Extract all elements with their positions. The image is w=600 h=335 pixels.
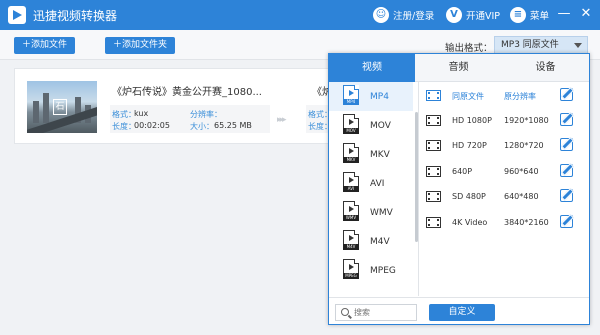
- menu-button[interactable]: ≡ 菜单: [510, 6, 549, 24]
- format-popup: 视频 音频 设备 MP4 MP4 MOV MOV MKV MKV AVI AVI…: [328, 53, 590, 325]
- title-bar: 迅捷视频转换器 ☺ 注册/登录 V 开通VIP ≡ 菜单 — ✕: [0, 0, 600, 30]
- tab-video[interactable]: 视频: [329, 54, 415, 82]
- preset-row[interactable]: HD 720P 1280*720: [426, 134, 586, 158]
- add-folder-label: 添加文件夹: [122, 40, 168, 50]
- video-file-icon: MKV: [343, 143, 359, 163]
- preset-resolution: 640*480: [504, 192, 539, 201]
- preset-row[interactable]: 同原文件 原分辨率: [426, 84, 586, 108]
- format-list: MP4 MP4 MOV MOV MKV MKV AVI AVI WMV WMV …: [329, 82, 419, 296]
- duration-key: 长度：: [112, 122, 136, 131]
- format-label: MPEG: [370, 266, 396, 276]
- film-icon: [426, 166, 441, 177]
- minimize-button[interactable]: —: [556, 7, 572, 23]
- search-icon: [341, 308, 349, 316]
- size-key: 大小：: [190, 122, 214, 131]
- film-icon: [426, 217, 441, 228]
- film-icon: [426, 191, 441, 202]
- preset-name: HD 1080P: [452, 116, 492, 125]
- preset-name: HD 720P: [452, 141, 487, 150]
- format-item-m4v[interactable]: M4V M4V: [329, 227, 413, 256]
- film-icon: [426, 115, 441, 126]
- video-file-icon: MPEG: [343, 259, 359, 279]
- convert-arrow-icon: ▸▸▸: [277, 115, 286, 125]
- format-label: MOV: [370, 121, 391, 131]
- resolution-key: 分辨率：: [190, 110, 222, 119]
- format-item-mpeg[interactable]: MPEG MPEG: [329, 256, 413, 285]
- edit-icon[interactable]: [560, 164, 573, 177]
- edit-icon[interactable]: [560, 215, 573, 228]
- menu-icon: ≡: [510, 7, 526, 23]
- chevron-down-icon: [574, 43, 582, 48]
- preset-resolution: 原分辨率: [504, 92, 536, 101]
- app-title: 迅捷视频转换器: [33, 9, 118, 23]
- add-file-button[interactable]: ＋添加文件: [14, 37, 76, 54]
- format-label: M4V: [370, 237, 390, 247]
- format-item-mp4[interactable]: MP4 MP4: [329, 82, 413, 111]
- app-logo-icon: [8, 6, 26, 24]
- format-label: WMV: [370, 208, 393, 218]
- preset-name: 640P: [452, 167, 473, 176]
- tab-audio[interactable]: 音频: [415, 54, 502, 82]
- video-thumbnail[interactable]: 石: [27, 81, 97, 133]
- preset-name: 同原文件: [452, 92, 484, 101]
- preset-resolution: 3840*2160: [504, 218, 549, 227]
- film-icon: [426, 140, 441, 151]
- preset-name: SD 480P: [452, 192, 486, 201]
- login-button[interactable]: ☺ 注册/登录: [373, 6, 434, 24]
- format-item-mkv[interactable]: MKV MKV: [329, 140, 413, 169]
- file-name: 《炉石传说》黄金公开赛_1080...: [112, 87, 262, 98]
- search-input[interactable]: [354, 306, 414, 319]
- video-file-icon: M4V: [343, 230, 359, 250]
- format-item-mov[interactable]: MOV MOV: [329, 111, 413, 140]
- source-info: 格式： kux 分辨率： 长度： 00:02:05 大小： 65.25 MB: [110, 105, 270, 133]
- vip-label: 开通VIP: [466, 11, 501, 22]
- format-key: 格式：: [112, 110, 136, 119]
- format-label: AVI: [370, 179, 385, 189]
- add-file-label: 添加文件: [31, 40, 68, 50]
- custom-button[interactable]: 自定义: [429, 304, 495, 321]
- play-icon: 石: [53, 99, 67, 115]
- preset-row[interactable]: 4K Video 3840*2160: [426, 211, 586, 235]
- format-item-avi[interactable]: AVI AVI: [329, 169, 413, 198]
- video-file-icon: WMV: [343, 201, 359, 221]
- plus-icon: ＋: [22, 40, 32, 50]
- format-label: MP4: [370, 92, 389, 102]
- preset-name: 4K Video: [452, 218, 488, 227]
- menu-label: 菜单: [530, 11, 550, 22]
- video-file-icon: AVI: [343, 172, 359, 192]
- output-format-select[interactable]: MP3 同原文件: [494, 36, 588, 54]
- vip-button[interactable]: V 开通VIP: [446, 6, 500, 24]
- preset-resolution: 960*640: [504, 167, 539, 176]
- duration-value: 00:02:05: [134, 121, 170, 130]
- preset-row[interactable]: HD 1080P 1920*1080: [426, 109, 586, 133]
- plus-icon: ＋: [113, 40, 123, 50]
- film-icon: [426, 90, 441, 101]
- vip-icon: V: [446, 7, 462, 23]
- user-icon: ☺: [373, 7, 389, 23]
- format-label: MKV: [370, 150, 390, 160]
- preset-resolution: 1280*720: [504, 141, 544, 150]
- edit-icon[interactable]: [560, 113, 573, 126]
- size-value: 65.25 MB: [214, 121, 252, 130]
- popup-tabs: 视频 音频 设备: [329, 54, 589, 82]
- edit-icon[interactable]: [560, 88, 573, 101]
- video-file-icon: MP4: [343, 85, 359, 105]
- video-file-icon: MOV: [343, 114, 359, 134]
- close-button[interactable]: ✕: [578, 7, 594, 23]
- format-value: kux: [134, 109, 149, 118]
- format-item-wmv[interactable]: WMV WMV: [329, 198, 413, 227]
- preset-resolution: 1920*1080: [504, 116, 549, 125]
- login-label: 注册/登录: [393, 11, 435, 22]
- add-folder-button[interactable]: ＋添加文件夹: [105, 37, 176, 54]
- preset-row[interactable]: 640P 960*640: [426, 160, 586, 184]
- format-list-scrollbar[interactable]: [415, 112, 418, 242]
- search-box[interactable]: [335, 304, 417, 321]
- popup-footer: 自定义: [329, 297, 589, 324]
- preset-row[interactable]: SD 480P 640*480: [426, 185, 586, 209]
- tab-device[interactable]: 设备: [502, 54, 589, 82]
- output-format-label: 输出格式：: [445, 43, 493, 54]
- edit-icon[interactable]: [560, 189, 573, 202]
- output-format-value: MP3 同原文件: [501, 40, 559, 50]
- edit-icon[interactable]: [560, 138, 573, 151]
